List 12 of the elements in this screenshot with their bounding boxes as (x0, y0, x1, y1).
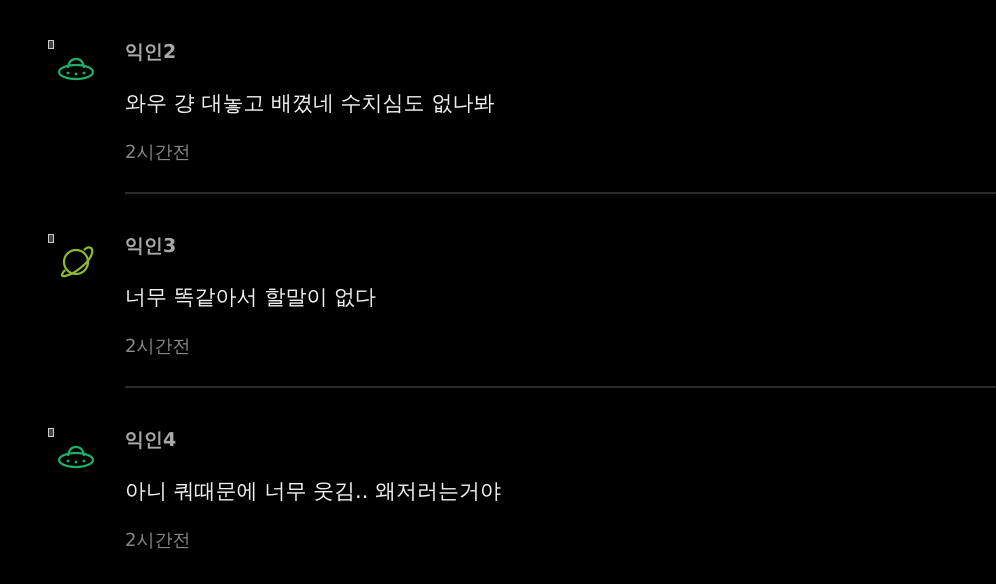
comment-text: 너무 똑같아서 할말이 없다 (125, 284, 376, 311)
missing-glyph-icon (48, 234, 54, 243)
comment-text: 와우 걍 대놓고 배꼈네 수치심도 없나봐 (125, 90, 494, 117)
comment-author: 익인3 (125, 234, 176, 259)
comment-author: 익인2 (125, 40, 176, 65)
missing-glyph-icon (48, 428, 54, 437)
comment-text: 아니 쿼때문에 너무 웃김.. 왜저러는거야 (125, 478, 502, 505)
comment-time: 2시간전 (125, 335, 190, 359)
comment-time: 2시간전 (125, 141, 190, 165)
comment-time: 2시간전 (125, 529, 190, 553)
comment-author: 익인4 (125, 428, 176, 453)
missing-glyph-icon (48, 40, 54, 49)
